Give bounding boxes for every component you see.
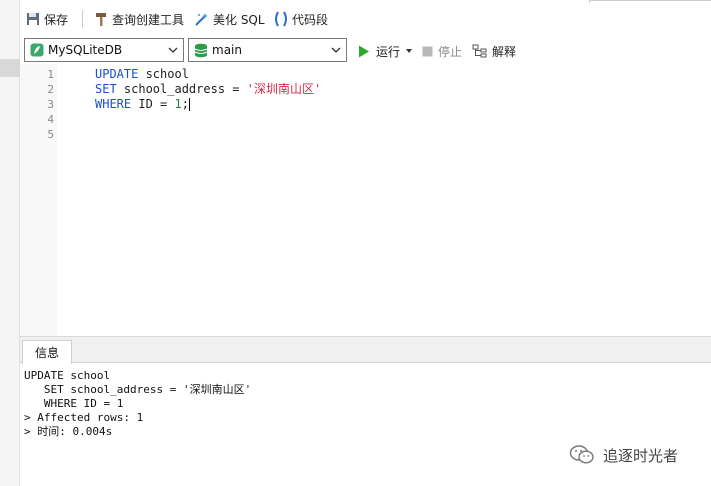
run-label: 运行 [376, 44, 401, 59]
explain-label: 解释 [492, 44, 517, 59]
chevron-down-icon [168, 47, 178, 53]
beautify-sql-button[interactable]: 美化 SQL [194, 9, 265, 29]
explain-button[interactable]: 解释 [472, 42, 516, 60]
save-icon [27, 13, 39, 25]
query-builder-label: 查询创建工具 [112, 12, 185, 27]
save-label: 保存 [44, 12, 69, 27]
save-button[interactable]: 保存 [26, 9, 68, 29]
play-icon [359, 45, 369, 57]
message-line: UPDATE school [24, 369, 111, 382]
message-line: > 时间: 0.004s [24, 425, 113, 438]
message-line: WHERE ID = 1 [24, 397, 124, 410]
text-cursor [188, 98, 190, 111]
database-select[interactable]: main [188, 38, 347, 62]
line-number: 3 [47, 98, 54, 111]
line-number: 5 [47, 128, 54, 141]
magic-wand-icon [195, 13, 208, 26]
database-icon [194, 43, 208, 57]
code-line: WHERE ID = 1; [95, 97, 190, 112]
tab-info[interactable]: 信息 [22, 340, 72, 364]
code-text: ; [181, 97, 189, 111]
feather-icon [30, 43, 44, 57]
chevron-down-icon [331, 47, 341, 53]
stop-icon [422, 46, 433, 56]
explain-tree-icon [472, 44, 487, 58]
line-number: 2 [47, 83, 54, 96]
line-number: 4 [47, 113, 54, 126]
keyword: UPDATE [95, 67, 139, 81]
query-toolbar: MySQLiteDB main 运行 停止 解释 [20, 36, 711, 64]
line-number-gutter: 1 2 3 4 5 [20, 64, 57, 336]
result-tabbar: 信息 [20, 337, 711, 364]
main-toolbar: 保存 查询创建工具 美化 SQL 代码段 [20, 0, 711, 36]
string-literal: '深圳南山区' [246, 82, 322, 96]
beautify-sql-label: 美化 SQL [213, 12, 265, 27]
hammer-icon [96, 13, 106, 26]
stop-label: 停止 [438, 44, 463, 59]
code-snippet-label: 代码段 [292, 12, 329, 27]
watermark-text: 追逐时光者 [603, 446, 679, 465]
wechat-icon [569, 445, 594, 464]
code-line: SET school_address = '深圳南山区' [95, 82, 321, 97]
query-builder-button[interactable]: 查询创建工具 [94, 9, 184, 29]
sql-editor[interactable]: 1 2 3 4 5 UPDATE school SET school_addre… [20, 64, 711, 336]
code-text: ID = [131, 97, 175, 111]
database-select-value: main [212, 43, 242, 57]
stop-button[interactable]: 停止 [422, 42, 462, 60]
left-strip-marker [0, 59, 20, 77]
code-snippet-button[interactable]: 代码段 [274, 9, 328, 29]
code-line: UPDATE school [95, 67, 189, 82]
number-literal: 1 [174, 97, 182, 111]
message-line: SET school_address = '深圳南山区' [24, 383, 252, 396]
main-area: 保存 查询创建工具 美化 SQL 代码段 MySQLiteDB main 运行 … [20, 0, 711, 486]
keyword: SET [95, 82, 117, 96]
code-text: school_address = [116, 82, 247, 96]
window-edge [589, 0, 711, 3]
keyword: WHERE [95, 97, 132, 111]
toolbar-divider [82, 10, 83, 28]
connection-select[interactable]: MySQLiteDB [24, 38, 184, 62]
caret-down-icon [406, 49, 413, 53]
left-strip [0, 0, 20, 486]
message-line: > Affected rows: 1 [24, 411, 144, 424]
watermark: 追逐时光者 [569, 444, 678, 466]
run-button[interactable]: 运行 [358, 42, 413, 60]
line-number: 1 [47, 68, 54, 81]
parentheses-icon [275, 11, 287, 27]
connection-select-value: MySQLiteDB [48, 43, 123, 57]
code-text: school [138, 67, 189, 81]
